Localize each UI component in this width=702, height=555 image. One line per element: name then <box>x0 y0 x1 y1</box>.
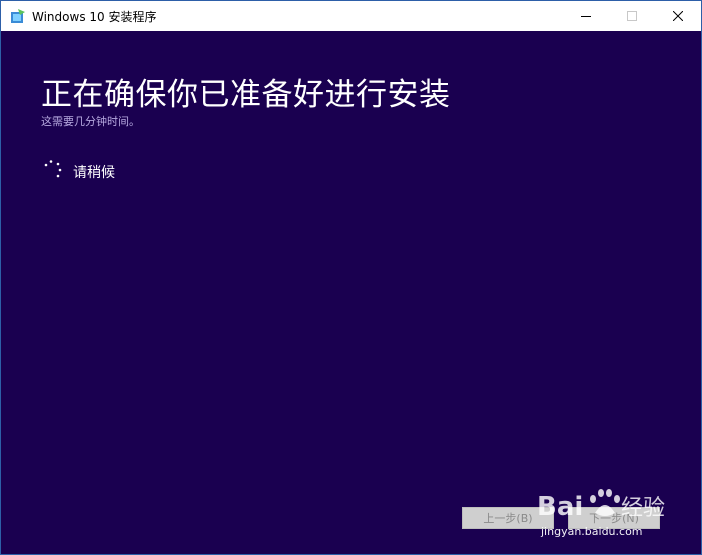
page-subtitle: 这需要几分钟时间。 <box>41 115 140 128</box>
minimize-button[interactable] <box>563 1 609 31</box>
watermark-brand-suffix: 经验 <box>621 496 665 521</box>
setup-window: Windows 10 安装程序 正在确保你已准备好进行安装 这需要几分钟时间。 … <box>0 0 702 555</box>
maximize-button[interactable] <box>609 1 655 31</box>
watermark-url: jingyan.baidu.com <box>541 525 643 538</box>
status-text: 请稍候 <box>73 165 115 181</box>
window-title: Windows 10 安装程序 <box>32 10 157 24</box>
minimize-icon <box>581 16 591 17</box>
close-icon <box>673 11 683 21</box>
loading-spinner-icon <box>44 160 62 178</box>
title-bar[interactable]: Windows 10 安装程序 <box>1 1 701 31</box>
close-button[interactable] <box>655 1 701 31</box>
watermark-brand: Bai <box>537 492 583 522</box>
maximize-icon <box>627 11 637 21</box>
setup-app-icon <box>11 9 25 23</box>
page-title: 正在确保你已准备好进行安装 <box>41 77 451 113</box>
